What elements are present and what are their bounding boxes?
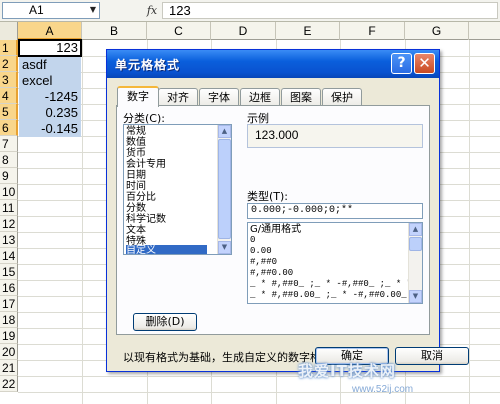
column-header-f[interactable]: F	[340, 22, 405, 40]
grid-line	[469, 40, 470, 404]
row-header[interactable]: 17	[0, 296, 18, 312]
column-header-b[interactable]: B	[82, 22, 147, 40]
close-button[interactable]: ✕	[414, 53, 435, 74]
row-header[interactable]: 16	[0, 280, 18, 296]
cell-a3[interactable]: excel	[19, 73, 81, 89]
column-header-g[interactable]: G	[405, 22, 469, 40]
category-item[interactable]: 数值	[126, 137, 146, 148]
column-header-e[interactable]: E	[276, 22, 340, 40]
type-item[interactable]: #,##0	[250, 257, 277, 268]
cell-a1[interactable]: 123	[18, 39, 82, 57]
format-cells-dialog: 单元格格式 ? ✕ 数字 对齐 字体 边框 图案 保护 分类(C): 常规 数值…	[106, 49, 469, 372]
dialog-titlebar[interactable]: 单元格格式 ? ✕	[107, 50, 439, 78]
grid-line	[18, 376, 500, 377]
cell-a6[interactable]: -0.145	[19, 121, 81, 137]
delete-button[interactable]: 删除(D)	[133, 313, 197, 331]
category-item[interactable]: 常规	[126, 126, 146, 137]
row-header[interactable]: 4	[0, 88, 18, 104]
select-all-corner[interactable]	[0, 22, 18, 40]
category-item[interactable]: 货币	[126, 148, 146, 159]
cell-a2[interactable]: asdf	[19, 57, 81, 73]
cancel-button[interactable]: 取消	[395, 347, 469, 365]
scroll-down-icon[interactable]: ▼	[218, 241, 231, 254]
category-item[interactable]: 百分比	[126, 192, 156, 203]
scroll-thumb[interactable]	[218, 139, 231, 239]
formula-input[interactable]: 123	[162, 2, 498, 19]
type-label: 类型(T):	[247, 190, 289, 203]
row-header[interactable]: 14	[0, 248, 18, 264]
type-item[interactable]: G/通用格式	[250, 224, 301, 235]
number-tab-panel: 分类(C): 常规 数值 货币 会计专用 日期 时间 百分比 分数 科学记数 文…	[116, 105, 430, 364]
row-header[interactable]: 19	[0, 328, 18, 344]
row-header[interactable]: 13	[0, 232, 18, 248]
scroll-up-icon[interactable]: ▲	[409, 223, 422, 236]
type-list[interactable]: G/通用格式 0 0.00 #,##0 #,##0.00 _ * #,##0_ …	[247, 222, 423, 304]
category-item[interactable]: 文本	[126, 225, 146, 236]
tab-patterns[interactable]: 图案	[281, 88, 321, 106]
type-item[interactable]: _ * #,##0_ ;_ * -#,##0_ ;_ * "-"_ ;_ @_	[250, 279, 422, 290]
watermark-url: www.52ij.com	[352, 384, 414, 395]
formula-bar: A1 ▼ fx 123	[0, 0, 500, 22]
row-header[interactable]: 22	[0, 376, 18, 392]
category-item[interactable]: 时间	[126, 181, 146, 192]
cell-a4[interactable]: -1245	[19, 89, 81, 105]
grid-line	[82, 40, 83, 404]
row-header[interactable]: 11	[0, 200, 18, 216]
scroll-down-icon[interactable]: ▼	[409, 290, 422, 303]
category-item[interactable]: 科学记数	[126, 214, 166, 225]
category-item[interactable]: 分数	[126, 203, 146, 214]
category-list[interactable]: 常规 数值 货币 会计专用 日期 时间 百分比 分数 科学记数 文本 特殊 自定…	[123, 124, 232, 255]
column-header-d[interactable]: D	[211, 22, 276, 40]
dialog-title: 单元格格式	[115, 58, 181, 72]
type-scrollbar[interactable]: ▲ ▼	[408, 223, 422, 303]
help-button[interactable]: ?	[391, 53, 412, 74]
type-item[interactable]: _ * #,##0.00_ ;_ * -#,##0.00_ ;_ * "-"??…	[250, 290, 422, 301]
row-header[interactable]: 10	[0, 184, 18, 200]
row-header[interactable]: 7	[0, 136, 18, 152]
row-header[interactable]: 12	[0, 216, 18, 232]
row-header[interactable]: 6	[0, 120, 18, 136]
row-header[interactable]: 18	[0, 312, 18, 328]
scroll-thumb[interactable]	[409, 237, 422, 251]
type-input[interactable]: 0.000;-0.000;0;**	[247, 203, 423, 219]
column-header-c[interactable]: C	[147, 22, 211, 40]
type-item[interactable]: #,##0.00	[250, 268, 293, 279]
row-header[interactable]: 9	[0, 168, 18, 184]
type-item[interactable]: 0.00	[250, 246, 272, 257]
column-header-a[interactable]: A	[18, 22, 82, 40]
row-header[interactable]: 1	[0, 40, 18, 56]
category-item-selected[interactable]: 自定义	[126, 245, 207, 254]
tab-alignment[interactable]: 对齐	[158, 88, 198, 106]
row-header[interactable]: 21	[0, 360, 18, 376]
scroll-up-icon[interactable]: ▲	[218, 125, 231, 138]
row-header[interactable]: 3	[0, 72, 18, 88]
grid-line	[18, 392, 500, 393]
cell-a5[interactable]: 0.235	[19, 105, 81, 121]
row-header[interactable]: 15	[0, 264, 18, 280]
watermark-logo: 我爱IT技术网	[298, 362, 396, 380]
name-box-dropdown-icon[interactable]: ▼	[86, 2, 100, 17]
tab-protection[interactable]: 保护	[322, 88, 362, 106]
category-item[interactable]: 会计专用	[126, 159, 166, 170]
column-header-row: A B C D E F G	[0, 22, 500, 40]
tab-border[interactable]: 边框	[240, 88, 280, 106]
tab-number[interactable]: 数字	[117, 86, 159, 107]
type-item[interactable]: 0	[250, 235, 255, 246]
row-header[interactable]: 5	[0, 104, 18, 120]
row-header[interactable]: 20	[0, 344, 18, 360]
tab-font[interactable]: 字体	[199, 88, 239, 106]
category-item[interactable]: 日期	[126, 170, 146, 181]
sample-value: 123.000	[255, 128, 299, 142]
row-header[interactable]: 8	[0, 152, 18, 168]
category-scrollbar[interactable]: ▲ ▼	[217, 125, 231, 254]
fx-icon[interactable]: fx	[143, 2, 161, 19]
row-header[interactable]: 2	[0, 56, 18, 72]
